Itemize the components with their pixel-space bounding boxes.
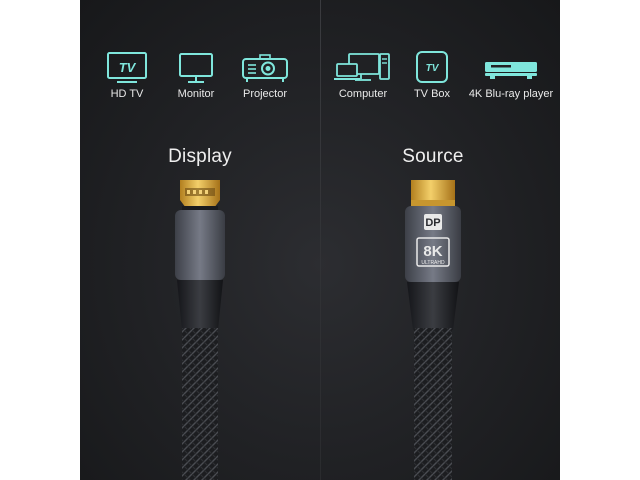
device-label: Projector: [242, 88, 288, 100]
tv-icon: TV: [107, 52, 147, 83]
source-heading: Source: [402, 146, 464, 167]
computer-icon: [334, 53, 390, 81]
product-image-panel: TV HD TV Monitor Projector Computer TV T…: [80, 0, 560, 480]
display-heading: Display: [168, 146, 232, 167]
8k-badge-main: 8K: [423, 243, 442, 260]
monitor-icon: [179, 53, 213, 83]
dp-logo-text: DP: [425, 217, 440, 229]
tv-box-icon: TV: [416, 51, 448, 83]
hdmi-plug: [175, 180, 225, 480]
svg-text:TV: TV: [119, 60, 137, 75]
svg-text:TV: TV: [426, 63, 440, 74]
projector-icon: [242, 54, 288, 82]
bluray-player-icon: [485, 62, 537, 79]
center-divider: [320, 0, 321, 480]
8k-badge-sub: ULTRAHD: [421, 260, 445, 266]
displayport-plug: DP 8K ULTRAHD: [405, 180, 461, 480]
device-label: 4K Blu-ray player: [468, 88, 554, 100]
